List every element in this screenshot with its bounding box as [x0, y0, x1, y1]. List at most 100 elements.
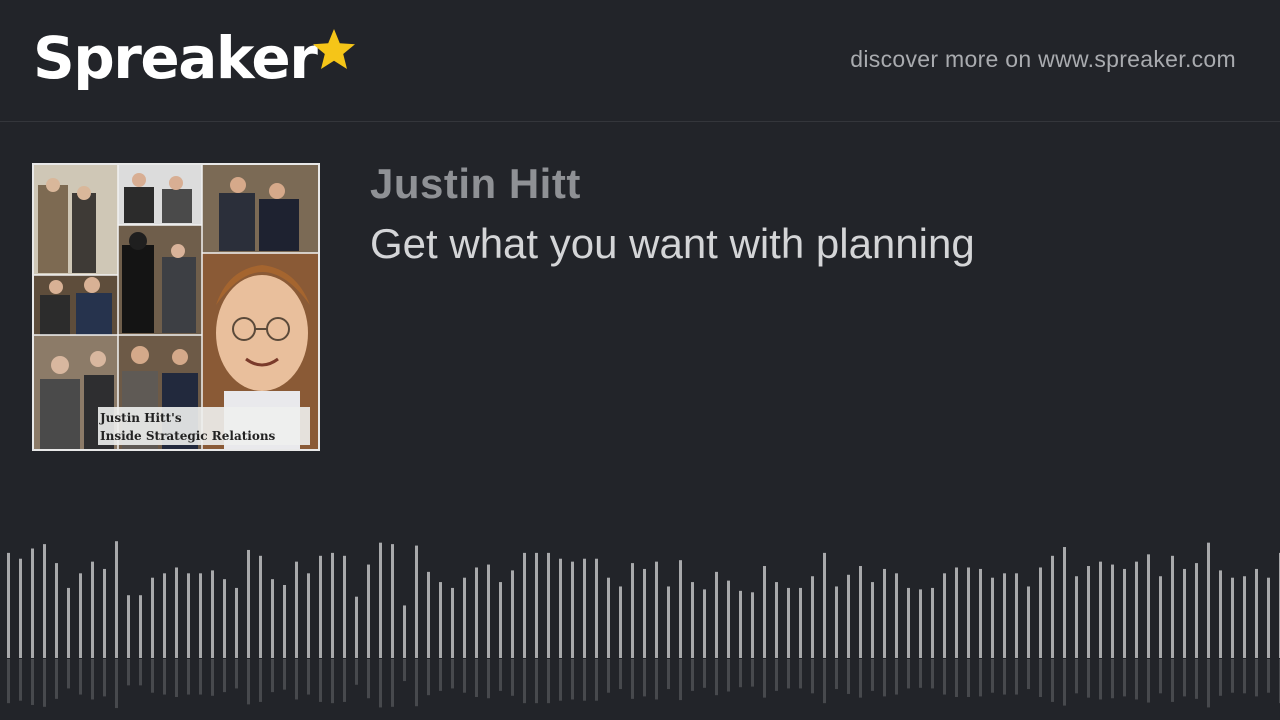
waveform-bar	[1147, 554, 1150, 658]
waveform-bar-reflection	[331, 659, 334, 704]
waveform-bar	[343, 555, 346, 658]
waveform-bar	[787, 587, 790, 658]
waveform-bar-reflection	[439, 659, 442, 691]
waveform-bar	[1015, 573, 1018, 658]
waveform-bar	[1255, 568, 1258, 658]
waveform-bar	[355, 596, 358, 658]
waveform-bar	[1075, 576, 1078, 658]
waveform-bar	[943, 573, 946, 658]
waveform-bar-reflection	[379, 659, 382, 708]
waveform-bar	[175, 567, 178, 658]
star-icon	[313, 29, 356, 69]
waveform-bar	[475, 567, 478, 658]
waveform-bar-reflection	[1099, 659, 1102, 700]
waveform-bar-reflection	[1087, 659, 1090, 698]
waveform-bar	[1051, 555, 1054, 658]
waveform-bar-reflection	[1003, 659, 1006, 695]
podcast-author[interactable]: Justin Hitt	[370, 160, 581, 208]
waveform-bar	[19, 558, 22, 658]
waveform-bar	[43, 544, 46, 658]
waveform-bar	[715, 571, 718, 658]
waveform-bar-reflection	[991, 659, 994, 693]
waveform-bar-reflection	[823, 659, 826, 704]
waveform-bar-reflection	[355, 659, 358, 685]
waveform-bar	[511, 570, 514, 658]
waveform-bar-reflection	[235, 659, 238, 689]
waveform-bar	[1219, 570, 1222, 658]
waveform-bar-reflection	[295, 659, 298, 700]
waveform-bar	[1231, 577, 1234, 658]
logo-text: Spreaker	[33, 24, 318, 92]
waveform-bar	[655, 561, 658, 658]
waveform-bar	[127, 595, 130, 658]
cover-caption-line1: Justin Hitt's	[99, 411, 182, 425]
waveform-bar	[55, 563, 58, 658]
waveform-bar-reflection	[907, 659, 910, 689]
waveform-bar	[775, 582, 778, 658]
waveform-bar-reflection	[1195, 659, 1198, 699]
waveform-bar-reflection	[871, 659, 874, 691]
waveform-bar	[535, 552, 538, 658]
waveform-bar-reflection	[427, 659, 430, 696]
waveform-bar	[643, 568, 646, 658]
waveform-bar-reflection	[247, 659, 250, 705]
waveform-bar	[439, 582, 442, 658]
waveform-bar-reflection	[187, 659, 190, 695]
waveform-bar	[1171, 555, 1174, 658]
spreaker-logo[interactable]: Spreaker	[33, 22, 358, 102]
waveform-bar	[763, 566, 766, 658]
waveform-bar	[991, 577, 994, 658]
waveform-bar	[415, 545, 418, 658]
waveform-bar	[1099, 561, 1102, 658]
waveform-bar	[607, 577, 610, 658]
waveform-bar-reflection	[679, 659, 682, 701]
waveform-bar	[799, 587, 802, 658]
waveform-bar	[895, 573, 898, 658]
waveform-bar-reflection	[631, 659, 634, 699]
waveform-bar-reflection	[1039, 659, 1042, 698]
audio-waveform[interactable]	[0, 505, 1280, 720]
waveform-bar	[667, 586, 670, 658]
discover-link[interactable]: discover more on www.spreaker.com	[850, 46, 1236, 73]
waveform-bar	[211, 570, 214, 658]
waveform-bar	[523, 552, 526, 658]
waveform-bar-reflection	[1111, 659, 1114, 699]
waveform-bar-reflection	[811, 659, 814, 694]
waveform-bar-reflection	[1051, 659, 1054, 702]
waveform-bar	[931, 587, 934, 658]
waveform-bar-reflection	[523, 659, 526, 704]
waveform-bar	[463, 577, 466, 658]
waveform-bar	[67, 587, 70, 658]
waveform-bar-reflection	[547, 659, 550, 704]
waveform-bar-reflection	[391, 659, 394, 707]
waveform-bar-reflection	[367, 659, 370, 699]
waveform-bar-reflection	[151, 659, 154, 693]
waveform-bar	[223, 579, 226, 658]
waveform-bar-reflection	[1147, 659, 1150, 703]
waveform-bar	[1003, 573, 1006, 658]
waveform-bar-reflection	[655, 659, 658, 700]
waveform-bar	[1111, 564, 1114, 658]
waveform-bar-reflection	[1243, 659, 1246, 694]
waveform-bar-reflection	[895, 659, 898, 695]
waveform-bar-reflection	[727, 659, 730, 692]
waveform-bar	[331, 552, 334, 658]
waveform-bar-reflection	[1255, 659, 1258, 697]
waveform-bar-reflection	[1135, 659, 1138, 700]
waveform-bar	[559, 558, 562, 658]
waveform-bar	[919, 589, 922, 658]
waveform-bar-reflection	[511, 659, 514, 696]
waveform-bar-reflection	[1219, 659, 1222, 696]
waveform-bar	[1207, 542, 1210, 658]
waveform-bar	[1087, 566, 1090, 658]
waveform-bar-reflection	[115, 659, 118, 709]
waveform-bar	[859, 566, 862, 658]
waveform-bar	[967, 567, 970, 658]
waveform-bar-reflection	[967, 659, 970, 698]
waveform-bar-reflection	[883, 659, 886, 697]
waveform-bar	[319, 555, 322, 658]
waveform-bar	[451, 587, 454, 658]
waveform-bar-reflection	[43, 659, 46, 707]
waveform-bar-reflection	[595, 659, 598, 701]
waveform-bar-reflection	[319, 659, 322, 702]
